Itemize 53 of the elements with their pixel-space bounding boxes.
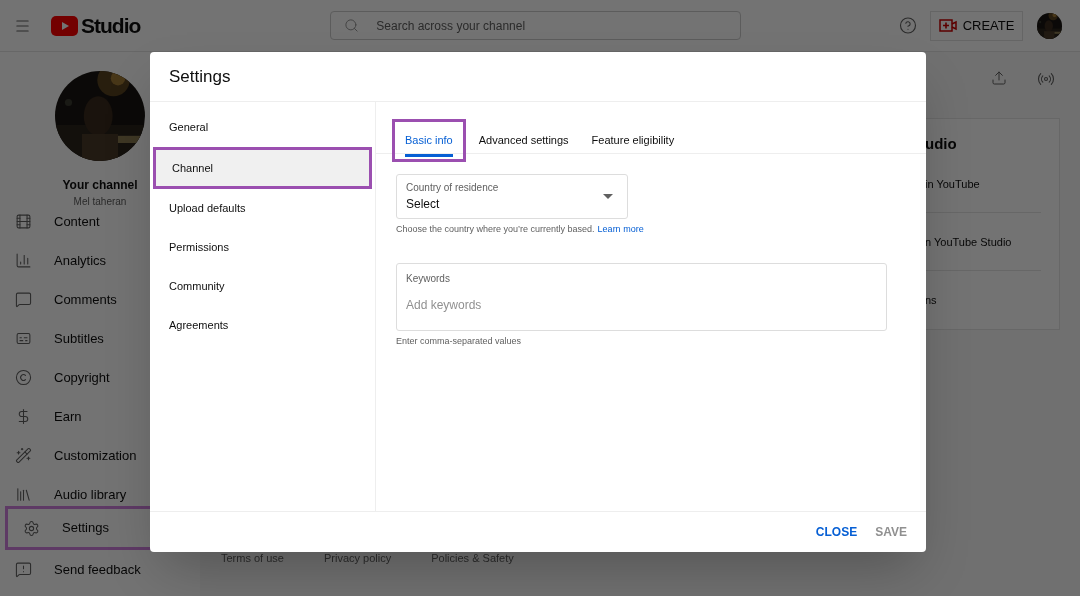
music-library-icon xyxy=(15,486,32,503)
comment-icon xyxy=(15,291,32,308)
keywords-input[interactable]: Add keywords xyxy=(406,295,886,314)
keywords-field[interactable]: Keywords Add keywords xyxy=(396,262,887,331)
help-icon[interactable] xyxy=(898,16,917,35)
footer-link[interactable]: Privacy policy xyxy=(323,549,392,566)
video-icon xyxy=(15,213,32,230)
learn-more-link[interactable]: Learn more xyxy=(597,223,644,237)
subtitles-icon xyxy=(15,330,32,347)
video-plus-icon xyxy=(938,19,957,32)
country-select[interactable]: Country of residence Select xyxy=(396,174,628,219)
search-icon xyxy=(344,18,360,33)
sidebar-item[interactable]: Audio library xyxy=(0,475,200,503)
settings-nav-item[interactable]: Agreements xyxy=(153,306,372,345)
settings-nav-item[interactable]: Community xyxy=(153,267,372,306)
footer-link[interactable]: Policies & Safety xyxy=(431,549,514,566)
tab[interactable]: Advanced settings xyxy=(468,119,579,162)
card-heading: udio xyxy=(925,134,958,154)
settings-nav-item[interactable]: Channel xyxy=(153,147,372,189)
settings-icon xyxy=(23,519,40,537)
settings-nav-item[interactable]: General xyxy=(153,108,372,147)
sidebar-item[interactable]: Customization xyxy=(0,436,200,475)
channel-name: Mel taheran xyxy=(73,195,127,209)
helper-text: Choose the country where you’re currently based. xyxy=(396,223,595,236)
field-value: Select xyxy=(406,196,441,213)
dialog-title: Settings xyxy=(169,65,231,88)
card-link[interactable]: in YouTube xyxy=(925,175,980,193)
tab[interactable]: Feature eligibility xyxy=(581,119,685,162)
logo-text: Studio xyxy=(81,12,141,39)
dialog-button[interactable]: CLOSE xyxy=(809,519,864,545)
field-label: Keywords xyxy=(406,271,451,286)
bar-chart-icon xyxy=(15,252,32,269)
sidebar-item[interactable]: Copyright xyxy=(0,358,200,397)
search-field[interactable]: Search across your channel xyxy=(330,11,741,40)
sidebar-item[interactable]: Earn xyxy=(0,397,200,436)
upload-icon[interactable] xyxy=(991,70,1007,86)
channel-title: Your channel xyxy=(62,177,138,194)
settings-nav-item[interactable]: Upload defaults xyxy=(153,189,372,228)
settings-nav-item[interactable]: Permissions xyxy=(153,228,372,267)
copyright-icon xyxy=(15,369,32,386)
card-link[interactable]: ns xyxy=(925,291,937,309)
create-button[interactable]: CREATE xyxy=(929,10,1024,41)
magic-wand-icon xyxy=(15,447,32,464)
field-label: Country of residence xyxy=(406,181,499,195)
sidebar-item[interactable]: Send feedback xyxy=(0,550,200,589)
tab[interactable]: Basic info xyxy=(392,119,466,162)
dropdown-caret-icon xyxy=(603,194,613,199)
helper-text: Enter comma-separated values xyxy=(396,334,523,348)
footer-link[interactable]: Terms of use xyxy=(221,549,284,566)
card-link[interactable]: n YouTube Studio xyxy=(925,233,1012,250)
play-logo-icon xyxy=(51,15,78,36)
live-icon[interactable] xyxy=(1037,70,1055,88)
feedback-icon xyxy=(15,561,32,578)
